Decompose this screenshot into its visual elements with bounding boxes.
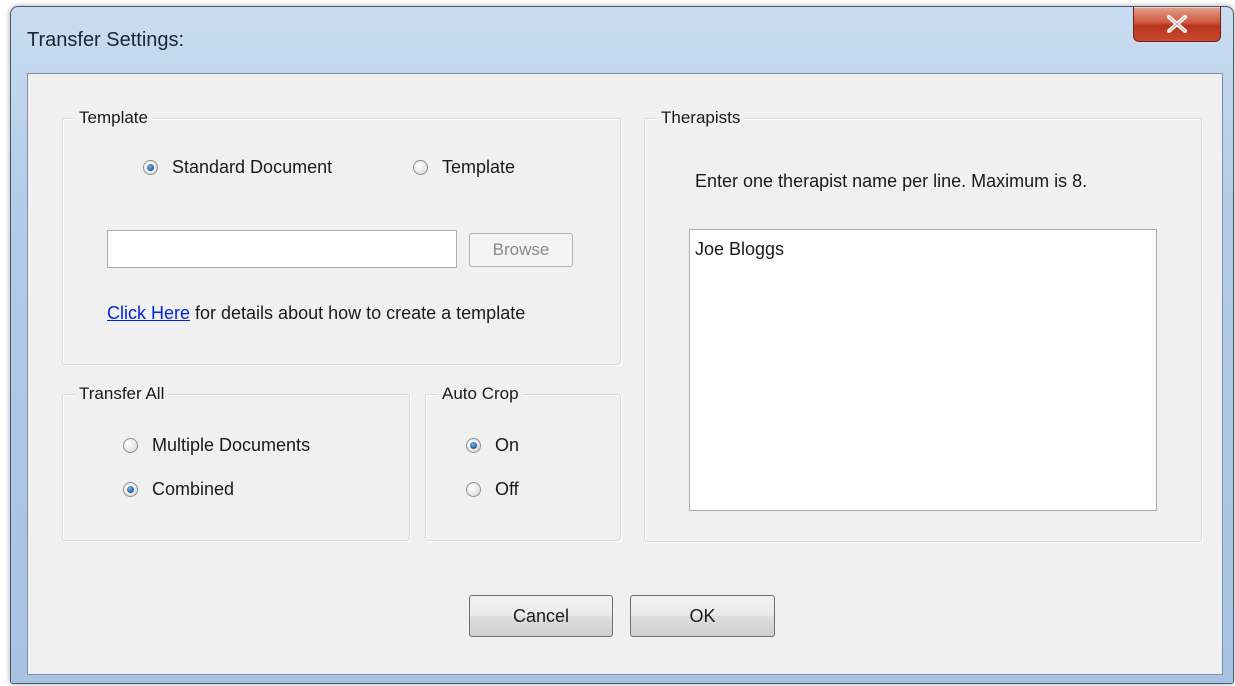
- dialog-client-area: Template Standard Document Template Brow…: [27, 73, 1223, 675]
- radio-standard-document-label: Standard Document: [172, 157, 333, 177]
- radio-multiple-documents-indicator[interactable]: [123, 438, 138, 453]
- transfer-all-group: Transfer All Multiple Documents Combined: [62, 383, 410, 541]
- title-bar[interactable]: Transfer Settings:: [11, 7, 1233, 73]
- radio-template[interactable]: Template: [413, 157, 515, 178]
- window-title: Transfer Settings:: [27, 29, 185, 51]
- transfer-settings-dialog: Transfer Settings: Template Standard Doc…: [10, 6, 1234, 684]
- browse-button[interactable]: Browse: [469, 233, 573, 267]
- click-here-link[interactable]: Click Here: [107, 303, 190, 323]
- template-help-suffix: for details about how to create a templa…: [190, 303, 526, 323]
- radio-template-indicator[interactable]: [413, 160, 428, 175]
- ok-button[interactable]: OK: [630, 595, 775, 637]
- template-group-label: Template: [75, 107, 152, 129]
- radio-multiple-documents[interactable]: Multiple Documents: [123, 435, 310, 456]
- radio-template-label: Template: [442, 157, 516, 177]
- radio-auto-crop-on[interactable]: On: [466, 435, 519, 456]
- auto-crop-group-label: Auto Crop: [438, 383, 523, 405]
- radio-standard-document[interactable]: Standard Document: [143, 157, 332, 178]
- therapists-group-label: Therapists: [657, 107, 745, 129]
- therapists-group: Therapists Enter one therapist name per …: [644, 107, 1202, 542]
- radio-standard-document-indicator[interactable]: [143, 160, 158, 175]
- radio-combined-indicator[interactable]: [123, 482, 138, 497]
- transfer-all-group-label: Transfer All: [75, 383, 169, 405]
- auto-crop-group: Auto Crop On Off: [425, 383, 621, 541]
- cancel-button[interactable]: Cancel: [469, 595, 613, 637]
- radio-auto-crop-off-label: Off: [495, 479, 519, 499]
- radio-auto-crop-on-indicator[interactable]: [466, 438, 481, 453]
- radio-auto-crop-off-indicator[interactable]: [466, 482, 481, 497]
- therapists-instruction: Enter one therapist name per line. Maxim…: [695, 171, 1088, 191]
- close-button[interactable]: [1133, 7, 1221, 42]
- therapists-names-textarea[interactable]: Joe Bloggs: [689, 229, 1157, 511]
- radio-auto-crop-on-label: On: [495, 435, 520, 455]
- template-path-input[interactable]: [107, 230, 457, 268]
- close-icon: [1167, 15, 1187, 33]
- radio-combined-label: Combined: [152, 479, 235, 499]
- template-group: Template Standard Document Template Brow…: [62, 107, 621, 365]
- radio-multiple-documents-label: Multiple Documents: [152, 435, 311, 455]
- template-help-text: Click Here for details about how to crea…: [107, 303, 525, 324]
- radio-combined[interactable]: Combined: [123, 479, 234, 500]
- radio-auto-crop-off[interactable]: Off: [466, 479, 519, 500]
